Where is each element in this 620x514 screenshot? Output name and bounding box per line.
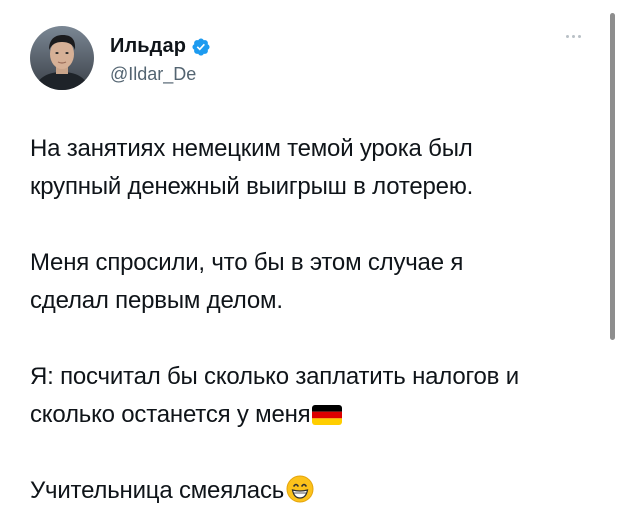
germany-flag-emoji-icon xyxy=(312,405,343,425)
tweet-header: Ильдар @Ildar_De xyxy=(30,26,211,90)
tweet-line-with-emoji: Учительница смеялась xyxy=(30,472,600,510)
verified-badge-icon xyxy=(191,37,211,57)
tweet: Ильдар @Ildar_De На занятиях немецким те… xyxy=(0,0,620,514)
tweet-line: сколько останется у меня xyxy=(30,401,311,428)
tweet-line-with-flag: сколько останется у меня xyxy=(30,396,600,434)
avatar[interactable] xyxy=(30,26,94,90)
more-horizontal-icon[interactable] xyxy=(566,35,581,38)
name-row: Ильдар xyxy=(110,34,211,60)
grinning-face-emoji-icon xyxy=(286,475,314,503)
tweet-line: крупный денежный выигрыш в лотерею. xyxy=(30,173,474,200)
handle[interactable]: @Ildar_De xyxy=(110,64,211,85)
display-name[interactable]: Ильдар xyxy=(110,35,186,58)
tweet-line: Меня спросили, что бы в этом случае я xyxy=(30,249,464,276)
author-names: Ильдар @Ildar_De xyxy=(110,34,211,85)
tweet-line: Учительница смеялась xyxy=(30,477,285,504)
tweet-line: Я: посчитал бы сколько заплатить налогов… xyxy=(30,363,519,390)
tweet-text: На занятиях немецким темой урока был кру… xyxy=(30,130,600,510)
scrollbar[interactable] xyxy=(610,13,615,340)
tweet-line: На занятиях немецким темой урока был xyxy=(30,135,473,162)
tweet-line: сделал первым делом. xyxy=(30,287,283,314)
